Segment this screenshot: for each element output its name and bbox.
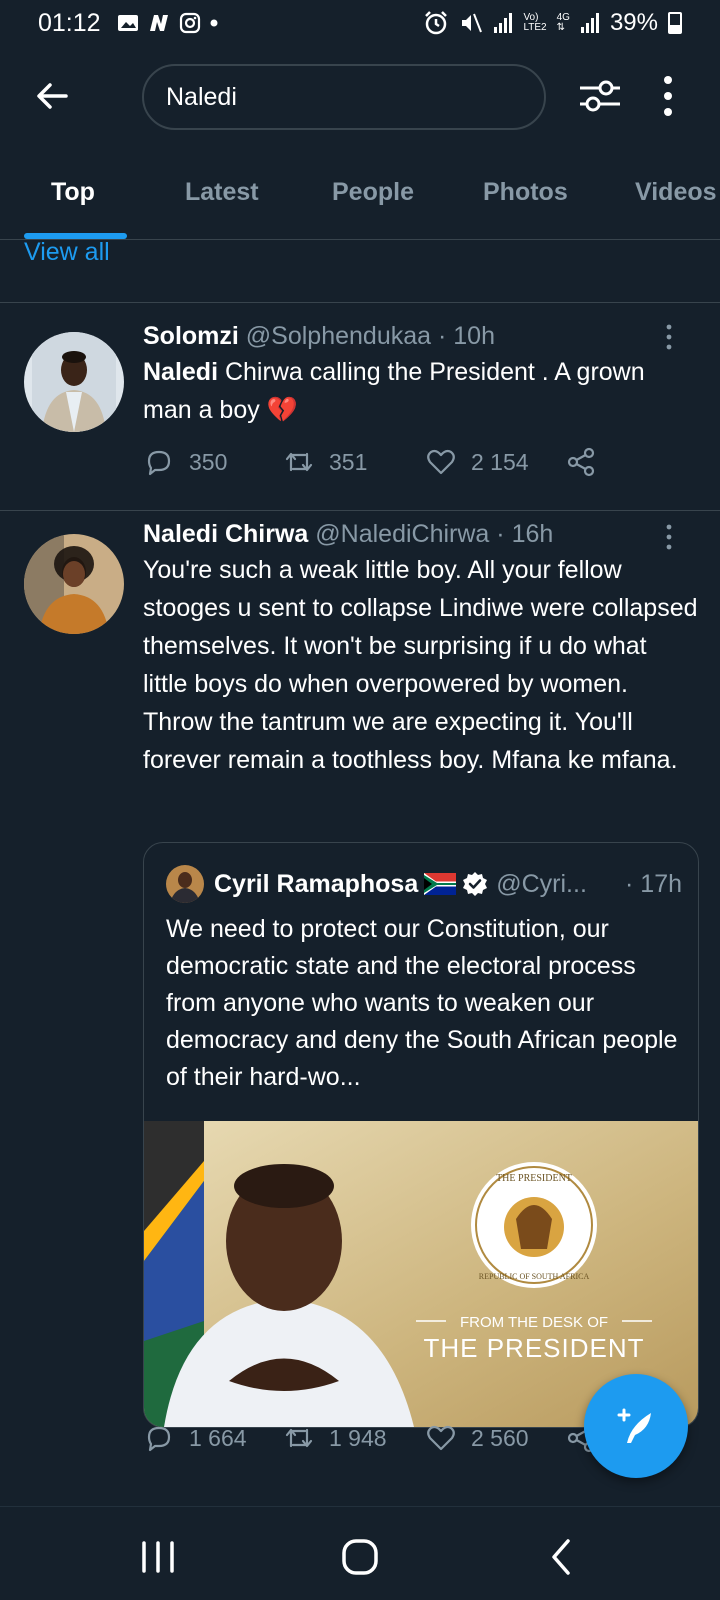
quoted-tweet-text: We need to protect our Constitution, our…	[166, 915, 678, 1091]
south-africa-flag-icon	[424, 873, 457, 895]
tweet-time: · 10h	[438, 322, 495, 350]
signal-icon-2	[580, 13, 599, 33]
share-icon	[567, 447, 595, 477]
clock: 01:12	[38, 8, 101, 37]
quoted-tweet-header: Cyril Ramaphosa @Cyri... · 17h	[166, 865, 682, 903]
quoted-author-handle[interactable]: @Cyri...	[496, 870, 587, 899]
author-handle[interactable]: @Solphendukaa	[246, 322, 431, 350]
system-nav-bar	[0, 1506, 720, 1600]
caption-small: FROM THE DESK OF	[460, 1314, 608, 1331]
retweet-button[interactable]: 351	[283, 446, 425, 478]
retweet-icon	[285, 1428, 313, 1448]
seal-text-bottom: REPUBLIC OF SOUTH AFRICA	[479, 1272, 590, 1281]
battery-percent: 39%	[609, 9, 658, 36]
avatar[interactable]	[24, 534, 124, 634]
tab-latest[interactable]: Latest	[185, 178, 259, 207]
like-button[interactable]: 2 560	[425, 1422, 565, 1454]
gallery-icon	[117, 15, 138, 31]
reply-count: 350	[189, 448, 228, 475]
compose-feather-icon	[617, 1408, 651, 1443]
quoted-tweet-time: · 17h	[625, 869, 682, 898]
author-name[interactable]: Naledi Chirwa	[143, 520, 308, 548]
caption-large: THE PRESIDENT	[423, 1333, 644, 1363]
tab-videos[interactable]: Videos	[635, 178, 717, 207]
like-count: 2 560	[471, 1424, 529, 1451]
status-bar: 01:12 Vo) LTE2 4G ⇅ 39%	[0, 0, 720, 46]
system-icons: Vo) LTE2 4G ⇅ 39%	[423, 9, 682, 37]
tweet[interactable]: Naledi Chirwa @NalediChirwa · 16h You're…	[0, 510, 720, 1506]
more-options-icon[interactable]	[660, 74, 676, 118]
tweet-text: Naledi Chirwa calling the President . A …	[143, 353, 698, 429]
tweet-actions: 350 351 2 154	[143, 442, 643, 482]
quoted-tweet-card[interactable]: Cyril Ramaphosa @Cyri... · 17h We need t…	[143, 842, 699, 1428]
compose-tweet-button[interactable]	[584, 1374, 688, 1478]
avatar-solomzi-image	[24, 332, 124, 432]
filter-sliders-icon[interactable]	[576, 72, 624, 120]
reply-count: 1 664	[189, 1424, 247, 1451]
like-count: 2 154	[471, 448, 529, 475]
battery-icon	[668, 12, 682, 34]
tweet-body: Solomzi @Solphendukaa · 10h Naledi Chirw…	[143, 322, 698, 429]
reply-icon	[147, 450, 171, 476]
retweet-count: 351	[329, 448, 368, 475]
tweet-actions: 1 664 1 948 2 560	[143, 1418, 643, 1458]
retweet-icon	[285, 452, 313, 472]
network-type-label: 4G ⇅	[556, 12, 570, 33]
avatar[interactable]	[24, 332, 124, 432]
news-n-icon	[149, 15, 168, 31]
author-name[interactable]: Solomzi	[143, 322, 239, 350]
volte-label: Vo) LTE2	[523, 12, 547, 33]
tweet-header: Naledi Chirwa @NalediChirwa · 16h	[143, 520, 698, 549]
share-button[interactable]	[565, 446, 597, 478]
search-header: Naledi	[0, 58, 720, 138]
tweet-menu-icon[interactable]	[664, 524, 674, 550]
reply-icon	[147, 1426, 171, 1452]
tweet-time: · 16h	[496, 520, 554, 548]
retweet-button[interactable]: 1 948	[283, 1422, 425, 1454]
highlight-term: Naledi	[143, 358, 219, 386]
quoted-avatar-image	[166, 865, 204, 903]
tweet-body: Naledi Chirwa @NalediChirwa · 16h You're…	[143, 520, 698, 779]
verified-badge-icon	[463, 872, 488, 896]
tweet-menu-icon[interactable]	[664, 324, 674, 350]
quoted-author-name[interactable]: Cyril Ramaphosa	[214, 870, 418, 899]
tab-photos[interactable]: Photos	[483, 178, 568, 207]
tweet-header: Solomzi @Solphendukaa · 10h	[143, 322, 698, 351]
search-input[interactable]: Naledi	[142, 64, 546, 130]
system-back-icon[interactable]	[540, 1537, 584, 1577]
reply-button[interactable]: 1 664	[143, 1422, 283, 1454]
mute-icon	[462, 13, 483, 33]
notification-icons	[117, 12, 219, 34]
avatar-naledi-image	[24, 534, 124, 634]
instagram-icon	[179, 12, 200, 34]
reply-button[interactable]: 350	[143, 446, 283, 478]
heart-icon	[427, 449, 455, 475]
alarm-icon	[425, 11, 448, 35]
search-query: Naledi	[166, 82, 237, 111]
tweet[interactable]: Solomzi @Solphendukaa · 10h Naledi Chirw…	[0, 302, 720, 510]
dot-icon	[210, 19, 218, 27]
quoted-avatar[interactable]	[166, 865, 204, 903]
signal-icon	[494, 13, 513, 33]
tweet-text: You're such a weak little boy. All your …	[143, 556, 698, 774]
heart-icon	[427, 1425, 455, 1451]
like-button[interactable]: 2 154	[425, 446, 565, 478]
view-all-link[interactable]: View all	[24, 238, 110, 267]
search-tabs: Top Latest People Photos Videos	[0, 160, 720, 240]
seal-text-top: THE PRESIDENT	[496, 1173, 572, 1184]
tweet-text-rest: Chirwa calling the President . A grown m…	[143, 358, 645, 424]
home-icon[interactable]	[338, 1537, 382, 1577]
retweet-count: 1 948	[329, 1424, 387, 1451]
back-arrow-icon[interactable]	[30, 74, 74, 118]
tab-people[interactable]: People	[332, 178, 414, 207]
author-handle[interactable]: @NalediChirwa	[315, 520, 489, 548]
tab-top[interactable]: Top	[51, 178, 95, 207]
recent-apps-icon[interactable]	[136, 1537, 180, 1577]
